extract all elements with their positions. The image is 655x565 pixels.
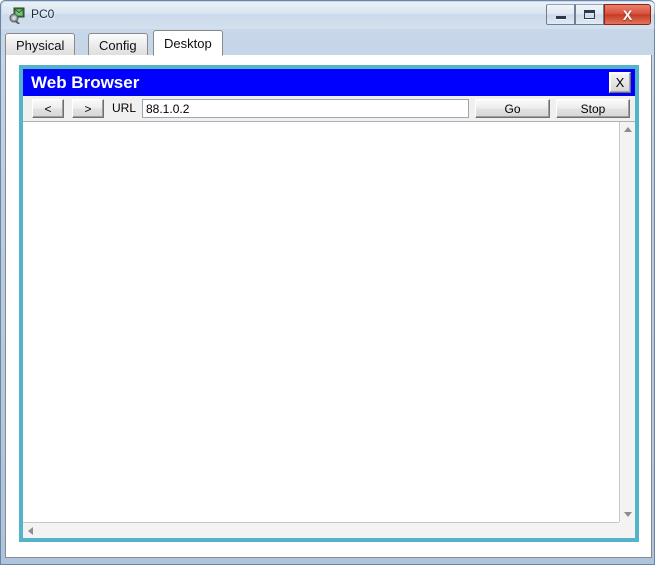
minimize-button[interactable] (546, 4, 575, 25)
url-label: URL (112, 101, 137, 115)
scroll-down-button[interactable] (620, 507, 635, 522)
web-browser-toolbar: < > URL Go Stop (23, 96, 635, 122)
back-arrow-icon: < (44, 101, 52, 116)
scroll-down-arrow-icon (623, 512, 632, 517)
web-browser-panel: Web Browser X < > URL Go Stop (19, 65, 639, 542)
web-browser-titlebar: Web Browser X (23, 69, 635, 96)
stop-button-label: Stop (580, 101, 606, 116)
scrollbar-corner (619, 522, 635, 538)
scroll-left-arrow-icon (28, 526, 33, 535)
minimize-icon (555, 16, 566, 19)
pc-device-icon (9, 6, 27, 25)
application-window: PC0 X Physical Config Desktop Web Browse… (0, 0, 655, 565)
close-icon: X (615, 75, 625, 90)
tab-desktop-label: Desktop (164, 35, 212, 51)
horizontal-scrollbar[interactable] (23, 522, 635, 538)
desktop-tab-panel: Web Browser X < > URL Go Stop (5, 55, 652, 558)
tab-bar: Physical Config Desktop (5, 30, 652, 56)
back-button[interactable]: < (32, 99, 64, 118)
stop-button[interactable]: Stop (556, 99, 630, 118)
vertical-scrollbar[interactable] (619, 122, 635, 522)
scroll-up-arrow-icon (623, 127, 632, 132)
web-browser-title: Web Browser (31, 73, 140, 92)
tab-desktop[interactable]: Desktop (153, 30, 223, 56)
scroll-up-button[interactable] (620, 122, 635, 137)
url-input[interactable] (142, 99, 469, 118)
tab-physical[interactable]: Physical (5, 33, 76, 56)
web-browser-page-content[interactable] (23, 122, 620, 522)
tab-physical-label: Physical (16, 37, 65, 53)
window-title: PC0 (31, 7, 55, 21)
tab-config-label: Config (99, 37, 137, 53)
forward-button[interactable]: > (72, 99, 104, 118)
web-browser-close-button[interactable]: X (609, 72, 631, 93)
close-window-button[interactable]: X (604, 4, 651, 25)
go-button[interactable]: Go (475, 99, 550, 118)
scroll-left-button[interactable] (23, 523, 38, 538)
window-title-bar[interactable]: PC0 X (2, 2, 655, 29)
go-button-label: Go (504, 101, 521, 116)
maximize-icon (584, 10, 595, 19)
maximize-button[interactable] (575, 4, 604, 25)
tab-config[interactable]: Config (88, 33, 148, 56)
forward-arrow-icon: > (84, 101, 92, 116)
close-icon: X (622, 6, 633, 23)
